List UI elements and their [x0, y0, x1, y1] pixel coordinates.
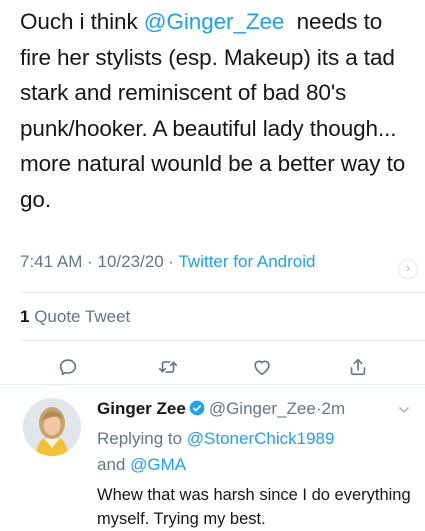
- quote-count-label: Quote Tweet: [29, 307, 131, 326]
- verified-badge-icon: [189, 400, 205, 416]
- replying-user-link[interactable]: @StonerChick1989: [187, 429, 335, 448]
- heart-icon: [254, 360, 270, 376]
- replying-to: Replying to @StonerChick1989 and @GMA: [97, 426, 397, 478]
- reply-author-name[interactable]: Ginger Zee: [97, 399, 186, 418]
- tweet-text-continued: needs: [284, 9, 358, 34]
- divider: [0, 384, 425, 385]
- speech-bubble-icon: [59, 359, 77, 376]
- retweet-icon: [158, 361, 178, 373]
- quote-tweet-count[interactable]: 1 Quote Tweet: [20, 307, 130, 327]
- reply-header: Ginger Zee @Ginger_Zee·2m: [97, 399, 345, 419]
- reply-tweet[interactable]: Ginger Zee @Ginger_Zee·2m Replying to @St…: [0, 390, 425, 531]
- tweet-source-link[interactable]: Twitter for Android: [178, 252, 315, 271]
- divider: [20, 340, 425, 341]
- chevron-right-icon[interactable]: ›: [398, 259, 418, 279]
- tweet-time[interactable]: 7:41 AM: [20, 252, 82, 271]
- reply-author-handle[interactable]: @Ginger_Zee: [209, 399, 316, 418]
- mention-link[interactable]: @Ginger_Zee: [144, 9, 285, 34]
- chevron-down-icon[interactable]: [398, 404, 410, 416]
- share-icon: [350, 358, 366, 376]
- replying-and: and: [97, 455, 131, 474]
- tweet-text-start: Ouch i think: [20, 9, 144, 34]
- tweet-date[interactable]: 10/23/20: [97, 252, 163, 271]
- tweet-metadata: 7:41 AM · 10/23/20 · Twitter for Android: [20, 252, 316, 272]
- meta-separator: ·: [163, 252, 179, 271]
- meta-separator: ·: [82, 252, 98, 271]
- retweet-button[interactable]: [153, 352, 183, 382]
- avatar[interactable]: [23, 398, 81, 456]
- tweet-text: Ouch i think @Ginger_Zee needs to fire h…: [20, 4, 415, 217]
- divider: [20, 292, 425, 293]
- reply-text: Whew that was harsh since I do everythin…: [97, 486, 411, 528]
- tweet-actions-bar: [0, 352, 425, 382]
- profile-photo-icon: [23, 398, 81, 456]
- replying-user-link[interactable]: @GMA: [130, 455, 186, 474]
- reply-time: 2m: [321, 399, 346, 418]
- share-button[interactable]: [343, 352, 373, 382]
- like-button[interactable]: [247, 352, 277, 382]
- tweet-text-rest: to fire her stylists (esp. Makeup) its a…: [20, 9, 406, 212]
- replying-prefix: Replying to: [97, 429, 187, 448]
- reply-button[interactable]: [53, 352, 83, 382]
